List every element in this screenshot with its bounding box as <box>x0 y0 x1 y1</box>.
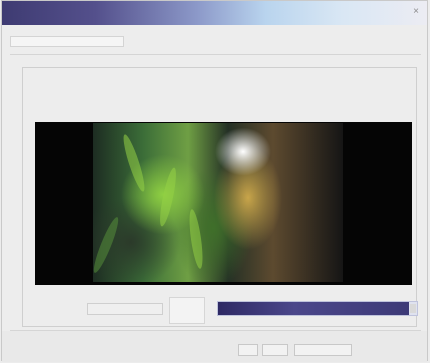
small-box[interactable] <box>169 297 205 324</box>
progress-track[interactable] <box>217 301 418 316</box>
leaf-shape <box>156 166 180 228</box>
bottom-bar <box>2 331 427 362</box>
progress-fill <box>218 302 410 315</box>
close-icon[interactable]: × <box>409 6 423 18</box>
leaf-shape <box>186 208 206 270</box>
window: × <box>1 0 428 362</box>
leaf-shape <box>93 215 122 275</box>
footer-button-2[interactable] <box>262 344 288 356</box>
leaf-shape <box>119 132 149 194</box>
footer-button-3[interactable] <box>294 344 352 356</box>
left-control-button[interactable] <box>87 303 163 315</box>
titlebar: × <box>2 1 427 25</box>
video-frame <box>93 123 343 282</box>
separator-line <box>10 54 421 55</box>
footer-button-1[interactable] <box>238 344 258 356</box>
menu-dropdown[interactable] <box>10 36 124 47</box>
progress-thumb[interactable] <box>410 304 416 313</box>
